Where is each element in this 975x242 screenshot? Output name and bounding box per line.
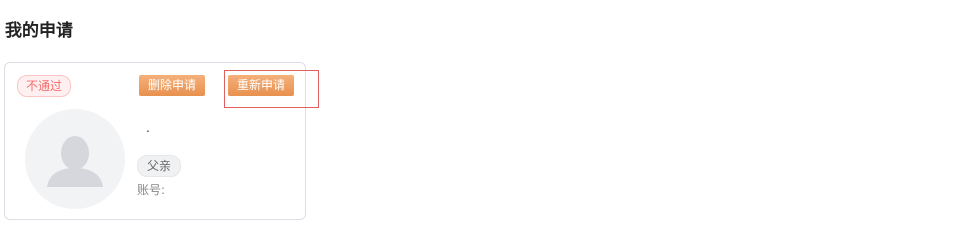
status-badge: 不通过 [17, 75, 72, 97]
user-silhouette-icon [47, 136, 103, 187]
application-card: 不通过 删除申请 重新申请 . 父亲 账号: [4, 62, 319, 220]
relation-tag: 父亲 [137, 155, 182, 177]
applicant-name: . [146, 121, 150, 135]
reapply-button[interactable]: 重新申请 [228, 75, 295, 96]
account-label: 账号: [137, 183, 166, 197]
delete-application-button[interactable]: 删除申请 [139, 75, 206, 96]
page-title: 我的申请 [5, 21, 73, 41]
avatar [25, 109, 125, 209]
